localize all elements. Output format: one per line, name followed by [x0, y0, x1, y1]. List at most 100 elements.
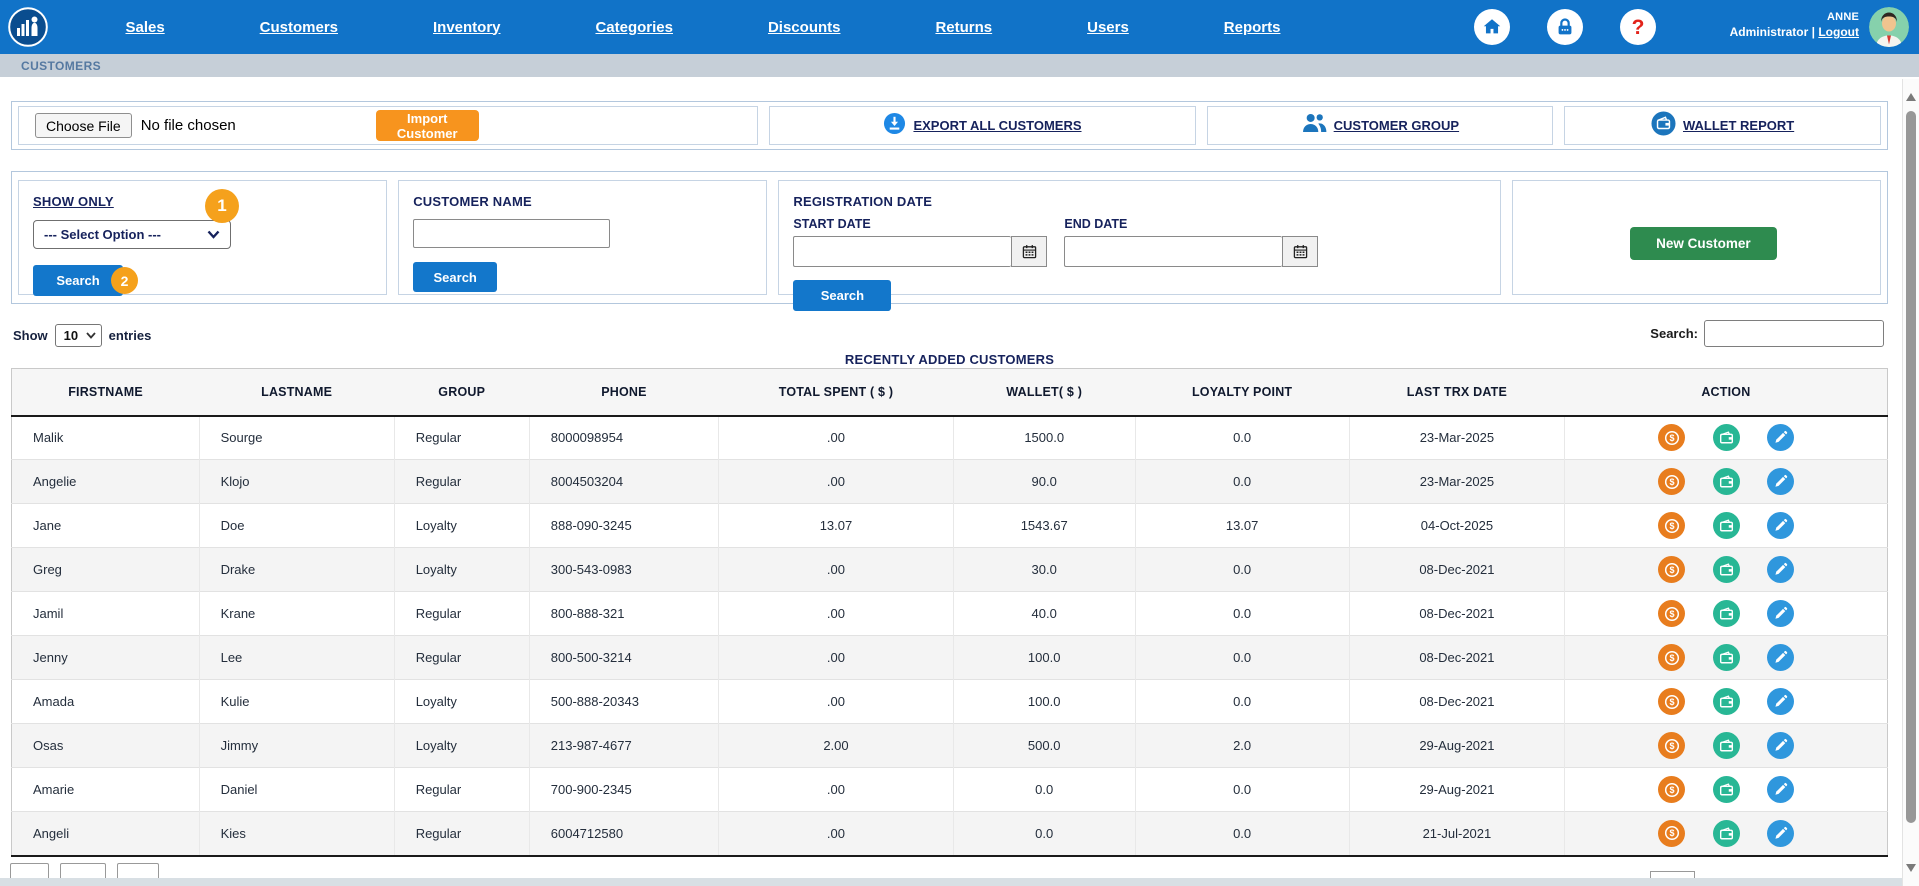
- nav-link-users[interactable]: Users: [1087, 19, 1129, 36]
- cell-firstname: Angeli: [12, 812, 200, 856]
- table-controls: Show 10 entries Search:: [11, 318, 1888, 352]
- wallet-icon[interactable]: [1713, 776, 1740, 803]
- edit-icon[interactable]: [1767, 776, 1794, 803]
- money-icon[interactable]: $: [1658, 556, 1685, 583]
- cell-lastname: Jimmy: [199, 724, 394, 768]
- bottom-edge-strip: [0, 878, 1902, 886]
- user-role: Administrator: [1730, 25, 1809, 39]
- edit-icon[interactable]: [1767, 820, 1794, 847]
- wallet-icon[interactable]: [1713, 468, 1740, 495]
- edit-icon[interactable]: [1767, 644, 1794, 671]
- registration-date-search-button[interactable]: Search: [793, 280, 891, 311]
- money-icon[interactable]: $: [1658, 688, 1685, 715]
- end-date-calendar-icon[interactable]: [1282, 236, 1318, 267]
- wallet-icon[interactable]: [1713, 820, 1740, 847]
- page-size-select[interactable]: 10: [55, 324, 102, 347]
- wallet-icon[interactable]: [1713, 644, 1740, 671]
- wallet-icon[interactable]: [1713, 424, 1740, 451]
- money-icon[interactable]: $: [1658, 512, 1685, 539]
- cell-firstname: Osas: [12, 724, 200, 768]
- end-date-input[interactable]: [1064, 236, 1282, 267]
- cell-lastname: Doe: [199, 504, 394, 548]
- money-icon[interactable]: $: [1658, 820, 1685, 847]
- cell-last-trx-date: 08-Dec-2021: [1349, 636, 1565, 680]
- column-header-group: GROUP: [394, 369, 529, 416]
- import-export-panel: Choose File No file chosen Import Custom…: [11, 101, 1888, 150]
- customer-name-search-button[interactable]: Search: [413, 262, 497, 292]
- scrollbar-thumb[interactable]: [1906, 111, 1916, 823]
- nav-link-customers[interactable]: Customers: [260, 19, 338, 36]
- vertical-scrollbar[interactable]: [1902, 79, 1919, 886]
- nav-link-sales[interactable]: Sales: [125, 19, 164, 36]
- money-icon[interactable]: $: [1658, 600, 1685, 627]
- nav-link-reports[interactable]: Reports: [1224, 19, 1281, 36]
- step-badge-1: 1: [205, 189, 239, 223]
- user-name: ANNE: [1730, 11, 1859, 23]
- cell-wallet: 30.0: [953, 548, 1135, 592]
- cell-lastname: Lee: [199, 636, 394, 680]
- wallet-report-link[interactable]: WALLET REPORT: [1683, 118, 1794, 133]
- help-icon[interactable]: ?: [1620, 9, 1656, 45]
- cell-firstname: Greg: [12, 548, 200, 592]
- edit-icon[interactable]: [1767, 556, 1794, 583]
- money-icon[interactable]: $: [1658, 468, 1685, 495]
- nav-link-inventory[interactable]: Inventory: [433, 19, 501, 36]
- show-only-select[interactable]: --- Select Option ---: [33, 220, 231, 249]
- cell-wallet: 500.0: [953, 724, 1135, 768]
- nav-link-categories[interactable]: Categories: [595, 19, 673, 36]
- home-icon[interactable]: [1474, 9, 1510, 45]
- edit-icon[interactable]: [1767, 468, 1794, 495]
- start-date-calendar-icon[interactable]: [1011, 236, 1047, 267]
- wallet-report-icon: [1651, 111, 1676, 141]
- export-all-customers-link[interactable]: EXPORT ALL CUSTOMERS: [913, 118, 1081, 133]
- money-icon[interactable]: $: [1658, 644, 1685, 671]
- table-row: Jenny Lee Regular 800-500-3214 .00 100.0…: [12, 636, 1888, 680]
- edit-icon[interactable]: [1767, 512, 1794, 539]
- wallet-icon[interactable]: [1713, 556, 1740, 583]
- cell-total-spent: .00: [719, 416, 954, 460]
- logout-link[interactable]: Logout: [1818, 25, 1859, 39]
- cell-group: Loyalty: [394, 548, 529, 592]
- wallet-report-box: WALLET REPORT: [1564, 106, 1881, 145]
- table-row: Amarie Daniel Regular 700-900-2345 .00 0…: [12, 768, 1888, 812]
- customer-group-link[interactable]: CUSTOMER GROUP: [1334, 118, 1459, 133]
- edit-icon[interactable]: [1767, 732, 1794, 759]
- lock-icon[interactable]: [1547, 9, 1583, 45]
- money-icon[interactable]: $: [1658, 776, 1685, 803]
- customer-name-input[interactable]: [413, 219, 610, 248]
- wallet-icon[interactable]: [1713, 600, 1740, 627]
- show-only-search-button[interactable]: Search: [33, 265, 123, 296]
- nav-link-discounts[interactable]: Discounts: [768, 19, 841, 36]
- wallet-icon[interactable]: [1713, 688, 1740, 715]
- cell-group: Regular: [394, 460, 529, 504]
- edit-icon[interactable]: [1767, 688, 1794, 715]
- money-icon[interactable]: $: [1658, 732, 1685, 759]
- wallet-icon[interactable]: [1713, 512, 1740, 539]
- edit-icon[interactable]: [1767, 424, 1794, 451]
- cell-phone: 300-543-0983: [529, 548, 718, 592]
- edit-icon[interactable]: [1767, 600, 1794, 627]
- svg-text:$: $: [1669, 521, 1674, 531]
- cell-loyalty-point: 13.07: [1135, 504, 1349, 548]
- cell-total-spent: 2.00: [719, 724, 954, 768]
- table-search-input[interactable]: [1704, 320, 1884, 347]
- cell-total-spent: .00: [719, 592, 954, 636]
- cell-group: Regular: [394, 592, 529, 636]
- show-only-filter: SHOW ONLY --- Select Option --- 1 Search…: [18, 180, 387, 295]
- import-customer-button[interactable]: Import Customer: [376, 110, 479, 141]
- cell-actions: $: [1565, 592, 1888, 636]
- step-badge-2: 2: [111, 267, 138, 294]
- app-logo-icon[interactable]: [8, 7, 48, 47]
- nav-link-returns[interactable]: Returns: [935, 19, 992, 36]
- money-icon[interactable]: $: [1658, 424, 1685, 451]
- scroll-down-icon[interactable]: [1906, 864, 1916, 872]
- choose-file-button[interactable]: Choose File: [35, 113, 132, 138]
- customer-name-filter: CUSTOMER NAME Search: [398, 180, 767, 295]
- start-date-input[interactable]: [793, 236, 1011, 267]
- user-avatar[interactable]: [1869, 7, 1909, 47]
- cell-lastname: Drake: [199, 548, 394, 592]
- new-customer-button[interactable]: New Customer: [1630, 227, 1777, 260]
- cell-wallet: 0.0: [953, 812, 1135, 856]
- wallet-icon[interactable]: [1713, 732, 1740, 759]
- scroll-up-icon[interactable]: [1906, 93, 1916, 101]
